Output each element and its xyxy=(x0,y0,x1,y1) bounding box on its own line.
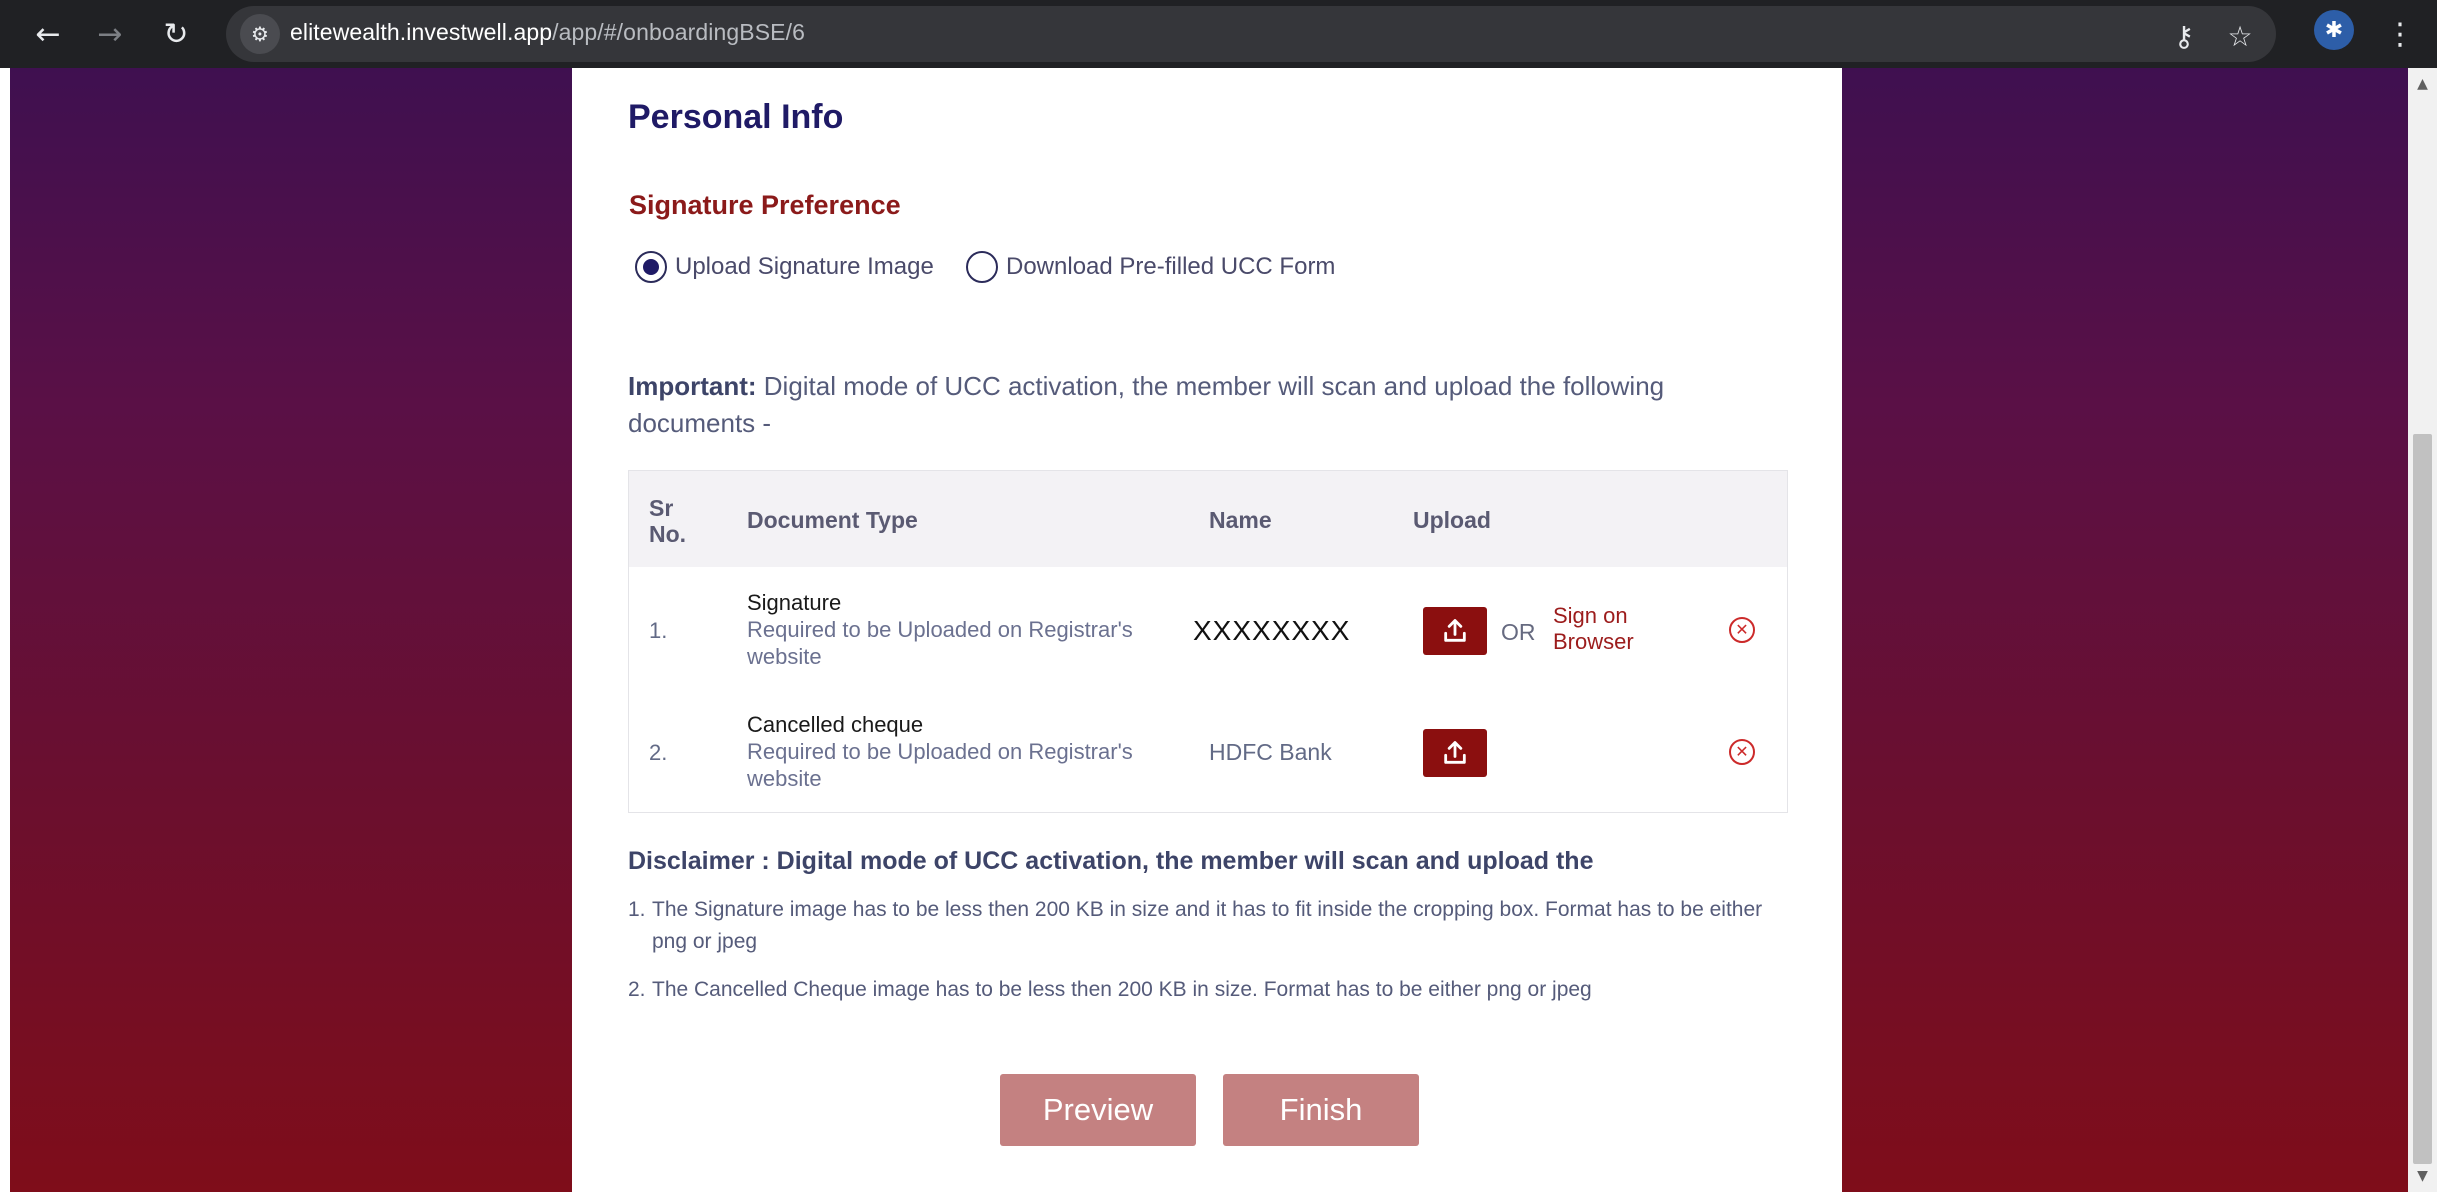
disclaimer-item-text: The Cancelled Cheque image has to be les… xyxy=(652,978,1592,1001)
sign-link-line1: Sign on xyxy=(1553,603,1628,628)
document-title: Signature xyxy=(747,590,842,615)
row-name: HDFC Bank xyxy=(1209,739,1332,765)
menu-dots-icon[interactable]: ⋮ xyxy=(2382,12,2418,56)
reload-icon[interactable]: ↻ xyxy=(154,12,198,56)
row-document: Signature Required to be Uploaded on Reg… xyxy=(747,589,1167,670)
disclaimer-item-number: 2. xyxy=(628,978,646,1001)
remove-circle-icon[interactable]: ✕ xyxy=(1729,617,1755,643)
address-bar[interactable]: ⚙ elitewealth.investwell.app/app/#/onboa… xyxy=(226,6,2276,62)
document-subtitle: Required to be Uploaded on Registrar's w… xyxy=(747,617,1133,669)
radio-download-ucc-form[interactable]: Download Pre-filled UCC Form xyxy=(966,251,1335,283)
vertical-scrollbar[interactable]: ▲ ▼ xyxy=(2408,68,2437,1192)
page-title: Personal Info xyxy=(628,98,844,136)
url-host: elitewealth.investwell.app xyxy=(290,19,553,45)
disclaimer-item: 2. The Cancelled Cheque image has to be … xyxy=(628,974,1768,1006)
back-arrow-icon[interactable]: ← xyxy=(26,12,70,56)
disclaimer-title: Disclaimer : Digital mode of UCC activat… xyxy=(628,847,1594,875)
row-document: Cancelled cheque Required to be Uploaded… xyxy=(747,711,1167,792)
radio-selected-icon[interactable] xyxy=(635,251,667,283)
sign-link-line2: Browser xyxy=(1553,629,1634,654)
signature-preference-heading: Signature Preference xyxy=(629,190,901,220)
extension-icon[interactable]: ✱ xyxy=(2314,10,2354,50)
header-sr-line2: No. xyxy=(649,521,687,547)
finish-button[interactable]: Finish xyxy=(1223,1074,1419,1146)
scroll-down-arrow-icon[interactable]: ▼ xyxy=(2408,1164,2437,1188)
row-sr: 1. xyxy=(649,618,668,643)
table-header: Sr No. Document Type Name Upload xyxy=(629,471,1787,567)
important-text: Digital mode of UCC activation, the memb… xyxy=(628,371,1665,438)
browser-toolbar: ← → ↻ ⚙ elitewealth.investwell.app/app/#… xyxy=(0,0,2437,68)
important-label: Important: xyxy=(628,371,757,401)
disclaimer-item-text: The Signature image has to be less then … xyxy=(652,898,1763,953)
site-settings-icon[interactable]: ⚙ xyxy=(240,14,280,54)
upload-icon xyxy=(1444,619,1466,642)
header-document-type: Document Type xyxy=(747,507,918,533)
disclaimer-item: 1. The Signature image has to be less th… xyxy=(628,894,1768,958)
header-sr-line1: Sr xyxy=(649,495,674,521)
important-note: Important: Digital mode of UCC activatio… xyxy=(628,368,1758,442)
upload-button[interactable] xyxy=(1423,729,1487,777)
scroll-up-arrow-icon[interactable]: ▲ xyxy=(2408,72,2437,96)
radio-upload-signature[interactable]: Upload Signature Image xyxy=(635,251,934,283)
remove-circle-icon[interactable]: ✕ xyxy=(1729,739,1755,765)
forward-arrow-icon[interactable]: → xyxy=(88,12,132,56)
preview-button[interactable]: Preview xyxy=(1000,1074,1196,1146)
bookmark-star-icon[interactable]: ☆ xyxy=(2222,18,2258,54)
header-name: Name xyxy=(1209,507,1272,533)
radio-label: Download Pre-filled UCC Form xyxy=(1006,253,1336,280)
radio-unselected-icon[interactable] xyxy=(966,251,998,283)
header-upload: Upload xyxy=(1413,507,1491,533)
disclaimer-item-number: 1. xyxy=(628,898,646,921)
window-edge xyxy=(0,68,10,1192)
or-separator: OR xyxy=(1501,619,1536,645)
documents-table: Sr No. Document Type Name Upload 1. Sign… xyxy=(628,470,1788,813)
sign-on-browser-link[interactable]: Sign on Browser xyxy=(1553,603,1634,655)
onboarding-card: Personal Info Signature Preference Uploa… xyxy=(572,68,1842,1192)
upload-button[interactable] xyxy=(1423,607,1487,655)
password-key-icon[interactable]: ⚷ xyxy=(2166,18,2202,54)
row-sr: 2. xyxy=(649,740,668,765)
document-title: Cancelled cheque xyxy=(747,712,924,737)
url-path: /app/#/onboardingBSE/6 xyxy=(552,19,805,45)
header-sr-no: Sr No. xyxy=(649,495,686,547)
scroll-thumb[interactable] xyxy=(2413,434,2432,1164)
document-subtitle: Required to be Uploaded on Registrar's w… xyxy=(747,739,1133,791)
row-name: XXXXXXXX xyxy=(1193,615,1351,646)
radio-label: Upload Signature Image xyxy=(675,253,934,280)
url-text[interactable]: elitewealth.investwell.app/app/#/onboard… xyxy=(290,19,805,46)
upload-icon xyxy=(1444,741,1466,764)
